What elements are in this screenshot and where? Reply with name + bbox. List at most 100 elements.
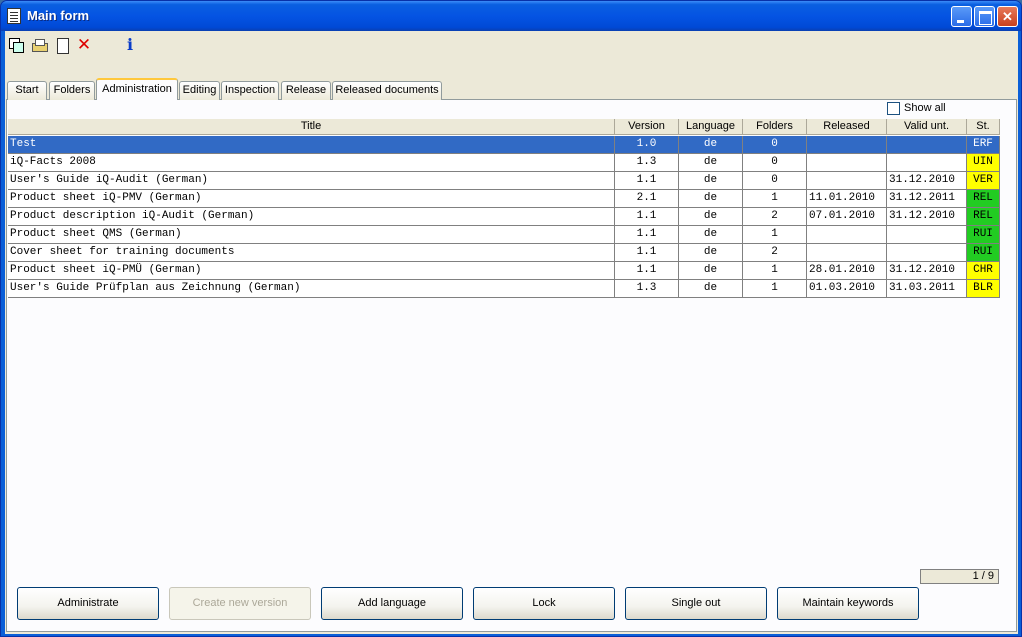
cell-title: Product description iQ-Audit (German) <box>8 208 615 226</box>
cell-status: UIN <box>967 154 1000 172</box>
show-all-checkbox[interactable] <box>887 102 900 115</box>
copy-icon[interactable] <box>8 37 24 53</box>
column-header-title[interactable]: Title <box>8 119 615 135</box>
table-row[interactable]: User's Guide iQ-Audit (German) 1.1 de 0 31.1… <box>8 172 1001 190</box>
cell-folders: 1 <box>743 226 807 244</box>
cell-title: Product sheet QMS (German) <box>8 226 615 244</box>
table-row[interactable]: User's Guide Prüfplan aus Zeichnung (Ger… <box>8 280 1001 298</box>
add-language-button[interactable]: Add language <box>321 587 463 620</box>
cell-released <box>807 154 887 172</box>
cell-title: User's Guide iQ-Audit (German) <box>8 172 615 190</box>
create-new-version-button[interactable]: Create new version <box>169 587 311 620</box>
tab-released-documents[interactable]: Released documents <box>332 81 442 100</box>
close-button[interactable]: ✕ <box>997 6 1018 27</box>
delete-icon[interactable]: ✕ <box>76 37 92 54</box>
cell-status: CHR <box>967 262 1000 280</box>
title-bar[interactable]: Main form ✕ <box>1 1 1021 31</box>
cell-language: de <box>679 190 743 208</box>
client-area: ✕ i Start Folders Administration Editing Ins… <box>5 31 1018 634</box>
cell-language: de <box>679 280 743 298</box>
table-row[interactable]: Product sheet QMS (German) 1.1 de 1 RUI <box>8 226 1001 244</box>
cell-status: BLR <box>967 280 1000 298</box>
table-row[interactable]: Product sheet iQ-PMÜ (German) 1.1 de 1 28.01… <box>8 262 1001 280</box>
cell-valid-until <box>887 154 967 172</box>
cell-released <box>807 172 887 190</box>
cell-released <box>807 226 887 244</box>
table-row[interactable]: Test 1.0 de 0 ERF <box>8 136 1001 154</box>
cell-status: VER <box>967 172 1000 190</box>
cell-folders: 2 <box>743 244 807 262</box>
cell-title: Product sheet iQ-PMÜ (German) <box>8 262 615 280</box>
cell-version: 1.0 <box>615 136 679 154</box>
document-icon <box>7 8 21 24</box>
minimize-button[interactable] <box>951 6 972 27</box>
cell-language: de <box>679 226 743 244</box>
lock-button[interactable]: Lock <box>473 587 615 620</box>
column-header-folders[interactable]: Folders <box>743 119 807 135</box>
print-icon[interactable] <box>31 37 48 53</box>
column-header-language[interactable]: Language <box>679 119 743 135</box>
cell-title: Test <box>8 136 615 154</box>
cell-released: 28.01.2010 <box>807 262 887 280</box>
tab-editing[interactable]: Editing <box>179 81 220 100</box>
cell-valid-until <box>887 226 967 244</box>
cell-valid-until <box>887 136 967 154</box>
maintain-keywords-button[interactable]: Maintain keywords <box>777 587 919 620</box>
single-out-button[interactable]: Single out <box>625 587 767 620</box>
cell-folders: 0 <box>743 154 807 172</box>
tab-start[interactable]: Start <box>7 81 47 100</box>
cell-valid-until: 31.12.2011 <box>887 190 967 208</box>
cell-version: 1.1 <box>615 172 679 190</box>
cell-released: 07.01.2010 <box>807 208 887 226</box>
cell-status: REL <box>967 190 1000 208</box>
cell-folders: 1 <box>743 190 807 208</box>
cell-folders: 2 <box>743 208 807 226</box>
tab-folders[interactable]: Folders <box>49 81 95 100</box>
cell-language: de <box>679 262 743 280</box>
table-row[interactable]: Product sheet iQ-PMV (German) 2.1 de 1 11.01… <box>8 190 1001 208</box>
cell-released <box>807 136 887 154</box>
cell-title: User's Guide Prüfplan aus Zeichnung (Ger… <box>8 280 615 298</box>
cell-version: 1.1 <box>615 244 679 262</box>
cell-version: 1.1 <box>615 226 679 244</box>
cell-valid-until: 31.12.2010 <box>887 208 967 226</box>
tab-inspection[interactable]: Inspection <box>221 81 279 100</box>
cell-folders: 0 <box>743 172 807 190</box>
cell-title: Product sheet iQ-PMV (German) <box>8 190 615 208</box>
cell-status: RUI <box>967 244 1000 262</box>
record-counter: 1 / 9 <box>920 569 999 584</box>
info-icon[interactable]: i <box>122 37 138 53</box>
column-header-released[interactable]: Released <box>807 119 887 135</box>
cell-language: de <box>679 172 743 190</box>
cell-language: de <box>679 208 743 226</box>
cell-language: de <box>679 244 743 262</box>
tab-release[interactable]: Release <box>281 81 331 100</box>
cell-valid-until: 31.12.2010 <box>887 172 967 190</box>
cell-released <box>807 244 887 262</box>
cell-status: RUI <box>967 226 1000 244</box>
column-header-valid-until[interactable]: Valid unt. <box>887 119 967 135</box>
cell-valid-until: 31.03.2011 <box>887 280 967 298</box>
cell-version: 1.1 <box>615 208 679 226</box>
cell-folders: 0 <box>743 136 807 154</box>
administrate-button[interactable]: Administrate <box>17 587 159 620</box>
cell-released: 01.03.2010 <box>807 280 887 298</box>
cell-version: 2.1 <box>615 190 679 208</box>
window-title: Main form <box>27 8 90 23</box>
cell-version: 1.1 <box>615 262 679 280</box>
maximize-button[interactable] <box>974 6 995 27</box>
main-window: Main form ✕ ✕ i Start Folders Administrati… <box>0 0 1022 637</box>
new-document-icon[interactable] <box>54 37 70 54</box>
cell-status: ERF <box>967 136 1000 154</box>
cell-valid-until <box>887 244 967 262</box>
cell-language: de <box>679 154 743 172</box>
cell-status: REL <box>967 208 1000 226</box>
cell-title: Cover sheet for training documents <box>8 244 615 262</box>
column-header-version[interactable]: Version <box>615 119 679 135</box>
tab-administration[interactable]: Administration <box>96 78 178 100</box>
cell-folders: 1 <box>743 262 807 280</box>
table-row[interactable]: Cover sheet for training documents 1.1 de 2… <box>8 244 1001 262</box>
column-header-status[interactable]: St. <box>967 119 1000 135</box>
table-row[interactable]: iQ-Facts 2008 1.3 de 0 UIN <box>8 154 1001 172</box>
table-row[interactable]: Product description iQ-Audit (German) 1.1… <box>8 208 1001 226</box>
